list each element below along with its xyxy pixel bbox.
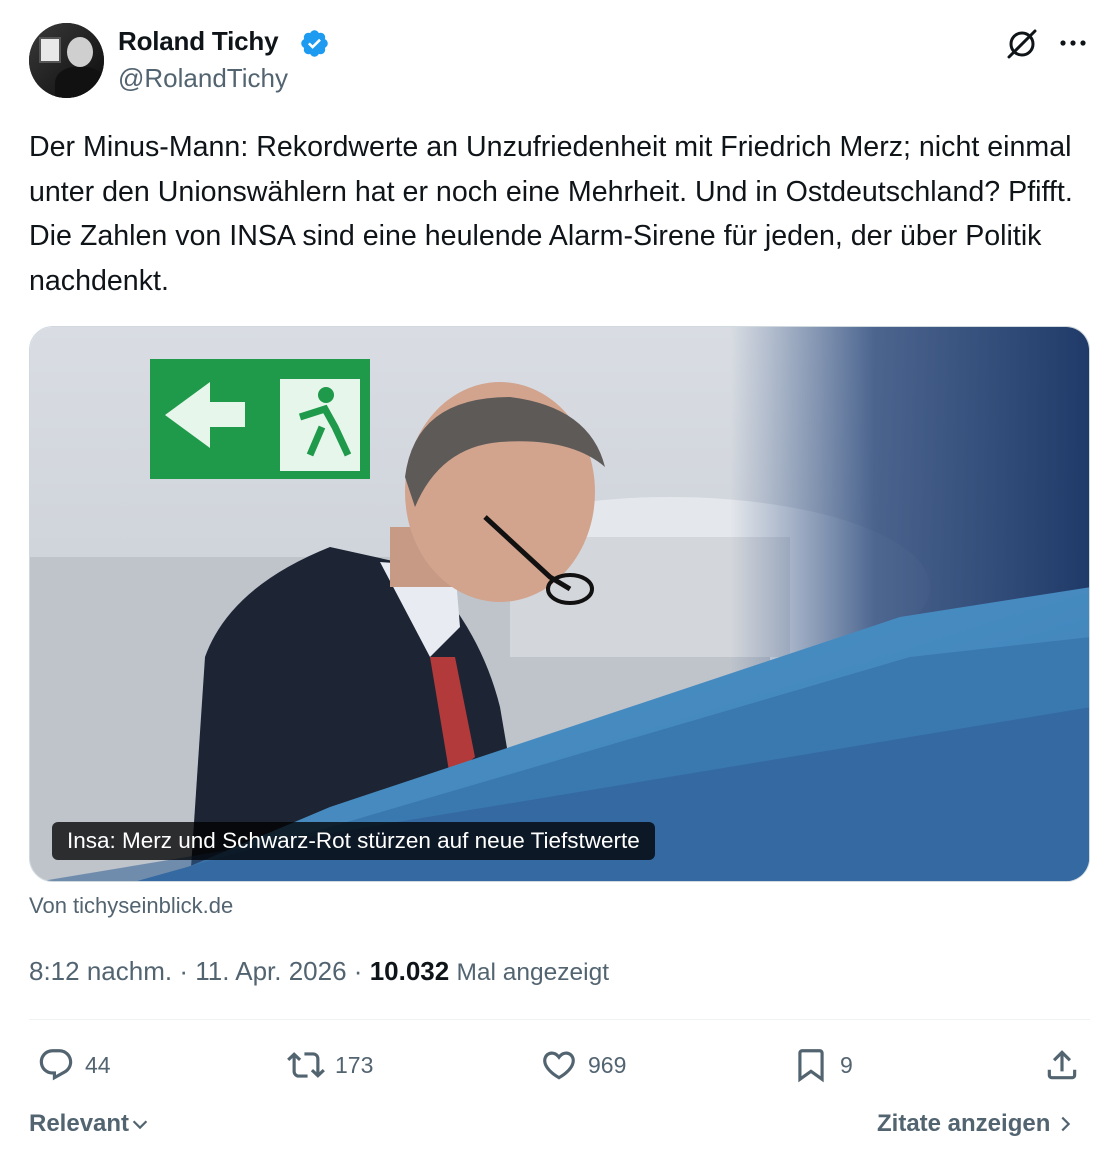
repost-button[interactable]: 173 (287, 1042, 373, 1088)
reply-button[interactable]: 44 (37, 1042, 111, 1088)
bookmark-icon (798, 1049, 824, 1083)
more-icon[interactable] (1056, 26, 1090, 60)
photo-scene (30, 327, 1089, 881)
meta-separator: · (353, 956, 363, 986)
tweet-time[interactable]: 8:12 nachm. (29, 956, 172, 986)
tweet-date[interactable]: 11. Apr. 2026 (195, 956, 346, 986)
sort-label: Relevant (29, 1110, 130, 1137)
view-quotes-link[interactable]: Zitate anzeigen (877, 1108, 1076, 1140)
author-avatar[interactable] (29, 23, 104, 98)
quotes-label: Zitate anzeigen (877, 1110, 1051, 1137)
bookmark-button[interactable]: 9 (792, 1042, 853, 1088)
reply-count: 44 (85, 1051, 111, 1078)
divider (29, 1019, 1090, 1020)
repost-count: 173 (335, 1051, 374, 1078)
share-icon (1047, 1050, 1077, 1080)
reply-icon (39, 1049, 73, 1081)
chevron-right-icon (1061, 1116, 1071, 1132)
link-card-image[interactable] (29, 326, 1090, 882)
sort-dropdown[interactable]: Relevant (29, 1108, 151, 1140)
bookmark-count: 9 (840, 1051, 853, 1078)
link-card-caption[interactable]: Insa: Merz und Schwarz-Rot stürzen auf n… (52, 822, 655, 860)
meta-separator: · (179, 956, 188, 986)
author-handle[interactable]: @RolandTichy (118, 62, 288, 94)
like-icon (543, 1051, 575, 1080)
link-source[interactable]: Von tichyseinblick.de (29, 892, 233, 920)
views-label: Mal angezeigt (456, 959, 610, 986)
share-button[interactable] (1043, 1042, 1091, 1088)
chevron-down-icon (132, 1120, 148, 1130)
tweet-text: Der Minus-Mann: Rekordwerte an Unzufried… (29, 131, 1073, 297)
grok-icon[interactable] (1004, 26, 1040, 62)
repost-icon (287, 1052, 325, 1078)
views-count: 10.032 (369, 956, 450, 986)
tweet-meta: 8:12 nachm. · 11. Apr. 2026 · 10.032 Mal… (29, 954, 609, 990)
verified-badge-icon (301, 30, 328, 57)
author-name[interactable]: Roland Tichy (118, 25, 279, 57)
like-button[interactable]: 969 (540, 1042, 626, 1088)
like-count: 969 (588, 1051, 627, 1078)
